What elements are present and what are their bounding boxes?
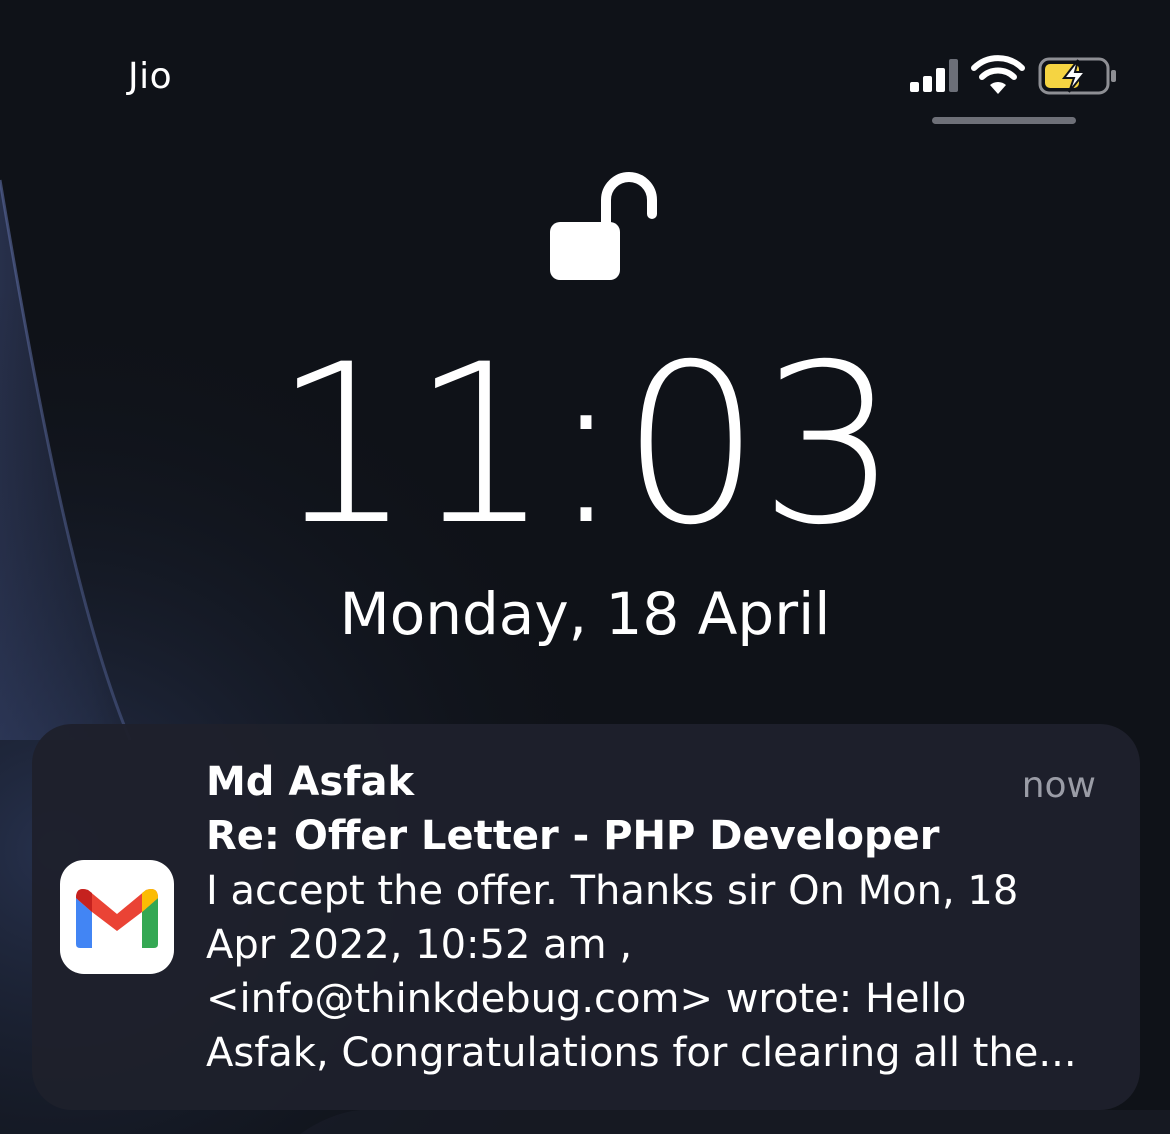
cellular-signal-icon (910, 59, 958, 92)
charging-battery-icon (1038, 57, 1116, 95)
notification-subject: Re: Offer Letter - PHP Developer (206, 813, 940, 859)
lock-screen-time: 11:03 (272, 317, 899, 573)
gmail-icon (60, 860, 174, 974)
notification-time: now (1021, 765, 1096, 806)
control-center-indicator[interactable] (932, 117, 1076, 124)
status-icons (900, 54, 1120, 98)
notification-body-line: Apr 2022, 10:52 am , (206, 922, 633, 968)
notification-body-line: I accept the offer. Thanks sir On Mon, 1… (206, 868, 1019, 914)
carrier-name: Jio (128, 56, 173, 97)
notification-sender: Md Asfak (206, 759, 415, 805)
unlocked-padlock-icon (550, 172, 657, 280)
gmail-notification[interactable]: Md Asfak now Re: Offer Letter - PHP Deve… (32, 724, 1140, 1110)
notification-body-line: <info@thinkdebug.com> wrote: Hello (206, 976, 967, 1022)
lock-screen-date: Monday, 18 April (339, 580, 831, 648)
wifi-icon (971, 55, 1025, 94)
notification-body-line: Asfak, Congratulations for clearing all … (206, 1030, 1077, 1076)
notification-body: I accept the offer. Thanks sir On Mon, 1… (206, 864, 1106, 1080)
